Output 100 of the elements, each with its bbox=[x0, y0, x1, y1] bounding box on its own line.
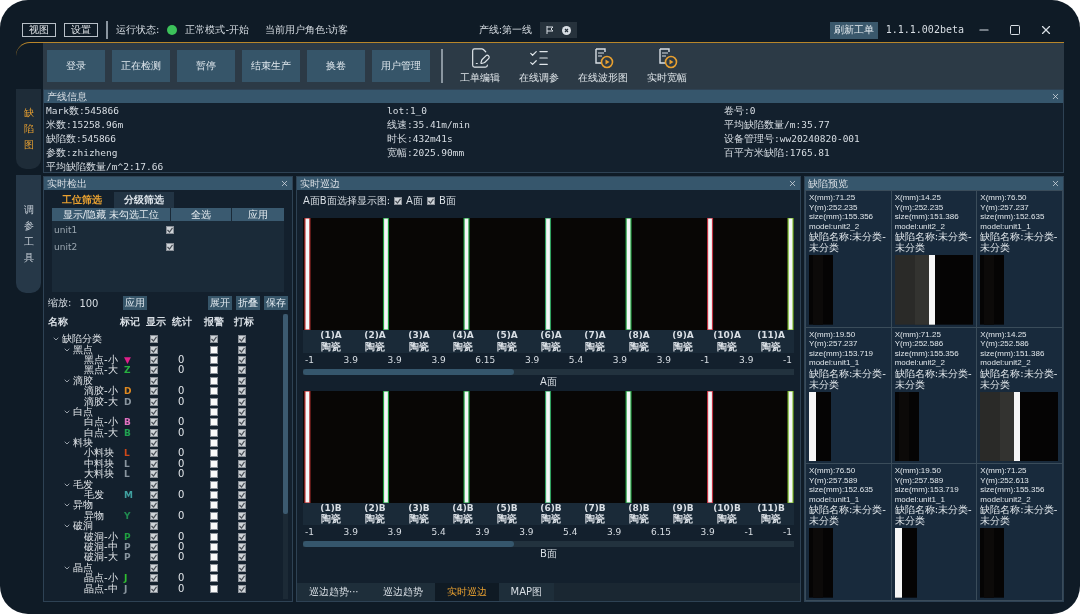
defect-card[interactable]: X(mm):14.25 Y(m):252.586 size(mm):151.386 model:unit2_2 缺陷名称:未分类-未分类 bbox=[977, 327, 1062, 464]
tool-button[interactable]: 实时宽幅 bbox=[641, 47, 693, 85]
defect-card[interactable]: X(mm):76.50 Y(m):257.237 size(mm):152.635 model:unit1_1 缺陷名称:未分类-未分类 bbox=[977, 191, 1062, 327]
checkbox[interactable] bbox=[238, 532, 246, 541]
checkbox[interactable] bbox=[210, 407, 218, 416]
tree-item[interactable]: 白点 bbox=[73, 406, 93, 417]
checkbox[interactable] bbox=[150, 543, 158, 551]
close-circle-icon[interactable] bbox=[562, 25, 572, 35]
column-header[interactable]: 应用 bbox=[232, 208, 284, 221]
checkbox[interactable] bbox=[210, 532, 218, 541]
tree-item[interactable]: 毛发 bbox=[84, 490, 104, 501]
close-icon[interactable] bbox=[1039, 23, 1053, 37]
checkbox[interactable] bbox=[238, 543, 246, 551]
checkbox[interactable] bbox=[150, 480, 158, 489]
checkbox[interactable] bbox=[238, 501, 246, 510]
view-tab[interactable]: MAP图 bbox=[498, 583, 555, 601]
tree-item[interactable]: 滴胶-大 bbox=[84, 396, 118, 407]
column-header[interactable]: 显示/隐藏 未勾选工位 bbox=[52, 208, 170, 221]
tree-item[interactable]: 异物 bbox=[84, 510, 104, 521]
checkbox[interactable] bbox=[210, 387, 218, 396]
tree-item[interactable]: 料块 bbox=[73, 438, 93, 449]
checkbox[interactable] bbox=[210, 522, 218, 531]
checkbox[interactable] bbox=[238, 574, 246, 583]
checkbox[interactable] bbox=[150, 532, 158, 541]
action-button[interactable]: 正在检测 bbox=[112, 50, 170, 82]
checkbox[interactable] bbox=[210, 439, 218, 448]
checkbox[interactable] bbox=[238, 397, 246, 406]
checkbox[interactable] bbox=[150, 407, 158, 416]
checkbox[interactable] bbox=[238, 584, 246, 593]
view-tab[interactable]: 巡边趋势··· bbox=[297, 583, 371, 601]
checkbox[interactable] bbox=[210, 553, 218, 562]
tree-item[interactable]: 滴胶-小 bbox=[84, 386, 118, 397]
tree-item[interactable]: 黑点 bbox=[73, 344, 93, 355]
checkbox[interactable] bbox=[210, 418, 218, 427]
filter-tab[interactable]: 分级筛选 bbox=[114, 192, 174, 208]
checkbox[interactable] bbox=[210, 574, 218, 583]
checkbox[interactable] bbox=[210, 584, 218, 593]
checkbox[interactable] bbox=[150, 397, 158, 406]
checkbox[interactable] bbox=[238, 387, 246, 396]
tree-item[interactable]: 小料块 bbox=[84, 448, 114, 459]
horizontal-scrollbar[interactable] bbox=[303, 541, 794, 548]
checkbox[interactable] bbox=[210, 543, 218, 551]
checkbox[interactable] bbox=[238, 480, 246, 489]
checkbox[interactable] bbox=[426, 197, 435, 205]
tree-item[interactable]: 破洞 bbox=[73, 521, 93, 532]
checkbox[interactable] bbox=[210, 355, 218, 364]
checkbox[interactable] bbox=[166, 242, 174, 251]
maximize-icon[interactable] bbox=[1009, 24, 1021, 36]
checkbox[interactable] bbox=[150, 574, 158, 583]
tree-item[interactable]: 白点-小 bbox=[84, 417, 118, 428]
checkbox[interactable] bbox=[238, 470, 246, 479]
checkbox[interactable] bbox=[210, 501, 218, 510]
checkbox[interactable] bbox=[238, 522, 246, 531]
tree-button[interactable]: 折叠 bbox=[236, 296, 260, 310]
defect-card[interactable]: X(mm):71.25 Y(m):252.586 size(mm):155.356 model:unit2_2 缺陷名称:未分类-未分类 bbox=[891, 327, 977, 464]
checkbox[interactable] bbox=[150, 449, 158, 458]
checkbox[interactable] bbox=[210, 449, 218, 458]
checkbox[interactable] bbox=[150, 428, 158, 437]
checkbox[interactable] bbox=[210, 491, 218, 500]
checkbox[interactable] bbox=[150, 553, 158, 562]
checkbox[interactable] bbox=[150, 418, 158, 427]
tree-button[interactable]: 保存 bbox=[264, 296, 288, 310]
defect-card[interactable]: X(mm):14.25 Y(m):252.235 size(mm):151.386 model:unit2_2 缺陷名称:未分类-未分类 bbox=[891, 191, 977, 327]
checkbox[interactable] bbox=[150, 355, 158, 364]
face-option[interactable]: A面 bbox=[406, 195, 423, 207]
checkbox[interactable] bbox=[210, 345, 218, 354]
checkbox[interactable] bbox=[210, 511, 218, 520]
tree-item[interactable]: 晶点-小 bbox=[84, 573, 118, 584]
checkbox[interactable] bbox=[238, 335, 246, 344]
checkbox[interactable] bbox=[210, 428, 218, 437]
checkbox[interactable] bbox=[210, 335, 218, 344]
refresh-button[interactable]: 刷新工单 bbox=[829, 21, 878, 39]
checkbox[interactable] bbox=[238, 366, 246, 375]
column-header[interactable]: 全选 bbox=[171, 208, 231, 221]
side-tab[interactable]: 调参工具 bbox=[16, 175, 41, 293]
tree-item[interactable]: 破洞-大 bbox=[84, 552, 118, 563]
tree-item[interactable]: 毛发 bbox=[73, 479, 93, 490]
checkbox[interactable] bbox=[150, 376, 158, 385]
line-tab[interactable] bbox=[540, 22, 578, 38]
checkbox[interactable] bbox=[394, 197, 403, 205]
action-button[interactable]: 结束生产 bbox=[242, 50, 300, 82]
face-option[interactable]: B面 bbox=[438, 195, 456, 207]
checkbox[interactable] bbox=[150, 345, 158, 354]
checkbox[interactable] bbox=[150, 366, 158, 375]
checkbox[interactable] bbox=[238, 376, 246, 385]
tree-button[interactable]: 展开 bbox=[208, 296, 232, 310]
side-tab[interactable]: 缺陷图 bbox=[16, 89, 41, 169]
apply-button[interactable]: 应用 bbox=[123, 296, 148, 310]
checkbox[interactable] bbox=[150, 439, 158, 448]
checkbox[interactable] bbox=[238, 449, 246, 458]
action-button[interactable]: 用户管理 bbox=[372, 50, 430, 82]
menu-button[interactable]: 视图 bbox=[22, 23, 56, 37]
checkbox[interactable] bbox=[210, 397, 218, 406]
checkbox[interactable] bbox=[238, 428, 246, 437]
tree-item[interactable]: 大料块 bbox=[84, 469, 114, 480]
action-button[interactable]: 暂停 bbox=[177, 50, 235, 82]
checkbox[interactable] bbox=[238, 407, 246, 416]
checkbox[interactable] bbox=[238, 563, 246, 572]
checkbox[interactable] bbox=[238, 418, 246, 427]
checkbox[interactable] bbox=[210, 459, 218, 468]
